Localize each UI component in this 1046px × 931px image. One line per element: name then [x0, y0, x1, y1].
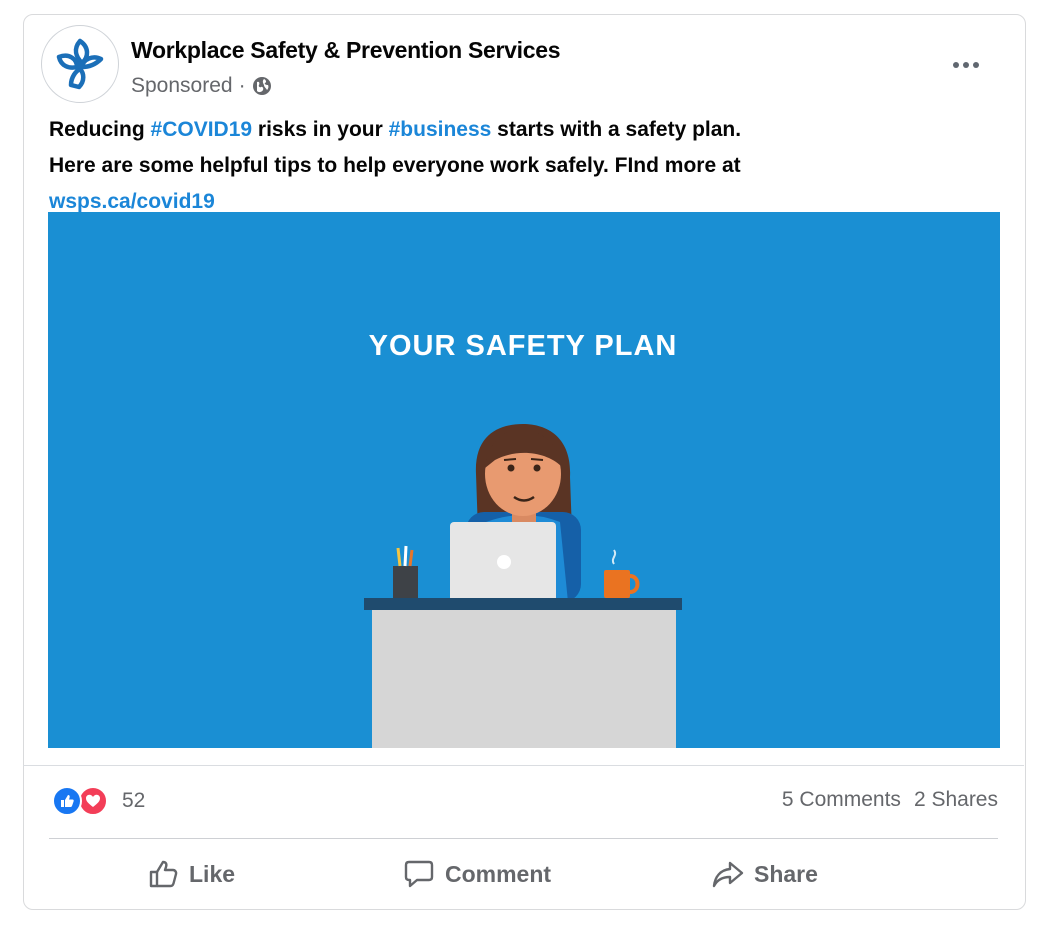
more-dot [953, 62, 959, 68]
safety-plan-illustration [364, 424, 682, 748]
share-arrow-icon [712, 861, 744, 888]
divider [49, 838, 998, 839]
video-title-text: YOUR SAFETY PLAN [368, 330, 678, 362]
like-button[interactable]: Like [147, 851, 235, 897]
website-link[interactable]: wsps.ca/covid19 [49, 190, 215, 213]
reaction-count: 52 [122, 789, 146, 812]
text-segment: Reducing [49, 118, 151, 141]
post-text-line-2: Here are some helpful tips to help every… [49, 154, 741, 177]
share-button[interactable]: Share [712, 851, 818, 897]
more-options-button[interactable] [944, 50, 988, 80]
like-reaction-icon [52, 786, 82, 816]
post-meta: Sponsored · [131, 74, 272, 98]
post-video[interactable] [48, 212, 1000, 748]
comments-count-link[interactable]: 5 Comments [782, 788, 901, 812]
meta-separator: · [238, 74, 246, 97]
sponsored-label[interactable]: Sponsored [131, 74, 233, 98]
globe-icon[interactable] [252, 76, 272, 96]
like-label: Like [189, 860, 236, 887]
post-text-line-1: Reducing #COVID19 risks in your #busines… [49, 112, 989, 148]
more-dot [963, 62, 969, 68]
wsps-logo-icon [56, 38, 104, 90]
hashtag-covid19-link[interactable]: #COVID19 [151, 118, 253, 141]
shares-count-link[interactable]: 2 Shares [914, 788, 998, 812]
page-avatar[interactable] [41, 25, 119, 103]
divider [23, 765, 1024, 766]
reactions-summary[interactable]: 52 [52, 786, 145, 816]
text-segment: risks in your [252, 118, 389, 141]
more-dot [973, 62, 979, 68]
comment-button[interactable]: Comment [403, 851, 551, 897]
hashtag-business-link[interactable]: #business [389, 118, 492, 141]
comment-label: Comment [445, 860, 552, 887]
share-label: Share [754, 860, 818, 887]
love-reaction-icon [78, 786, 108, 816]
page-name-link[interactable]: Workplace Safety & Prevention Services [131, 37, 561, 64]
thumbs-up-icon [149, 860, 178, 888]
engagement-counts: 5 Comments 2 Shares [782, 788, 998, 812]
comment-bubble-icon [404, 860, 434, 888]
post-text: Reducing #COVID19 risks in your #busines… [49, 112, 989, 220]
text-segment: starts with a safety plan. [491, 118, 742, 141]
